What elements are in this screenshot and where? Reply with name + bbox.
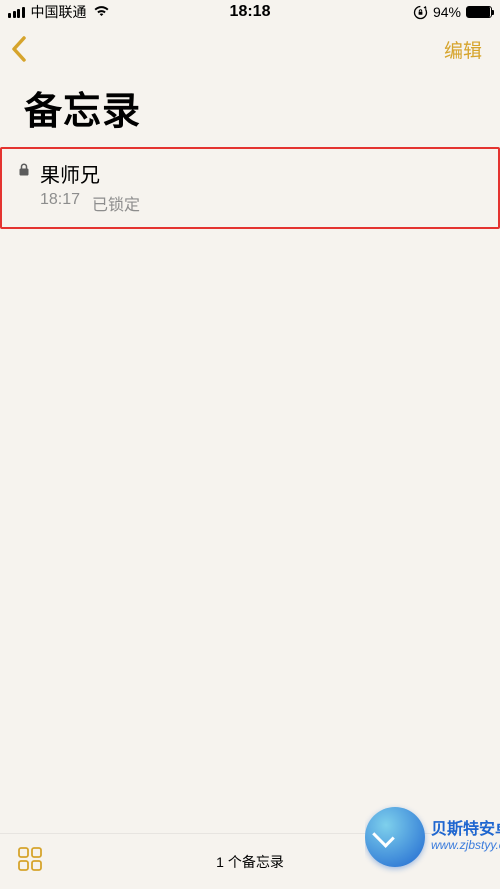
lock-icon: [18, 159, 40, 177]
note-title: 果师兄: [40, 159, 482, 188]
battery-percentage: 94%: [433, 4, 461, 20]
notes-list: 果师兄 18:17 已锁定: [0, 147, 500, 229]
status-right: 94%: [413, 4, 492, 20]
edit-button[interactable]: 编辑: [444, 36, 490, 63]
status-bar: 中国联通 18:18 94%: [0, 0, 500, 24]
grid-view-button[interactable]: [16, 845, 44, 878]
note-time: 18:17: [40, 191, 80, 215]
status-left: 中国联通: [8, 2, 110, 22]
title-row: 备忘录: [0, 74, 500, 147]
wifi-icon: [93, 4, 110, 21]
note-text: 果师兄 18:17 已锁定: [40, 159, 482, 215]
page-title: 备忘录: [24, 80, 476, 135]
battery-icon: [466, 6, 492, 18]
rotation-lock-icon: [413, 5, 428, 20]
note-item[interactable]: 果师兄 18:17 已锁定: [0, 147, 500, 229]
note-count-label: 1 个备忘录: [216, 852, 284, 872]
cellular-signal-icon: [8, 7, 25, 18]
back-button[interactable]: [10, 35, 28, 63]
note-status: 已锁定: [92, 191, 140, 215]
status-time: 18:18: [230, 3, 271, 21]
note-subtitle: 18:17 已锁定: [40, 191, 482, 215]
bottom-toolbar: 1 个备忘录: [0, 833, 500, 889]
chevron-left-icon: [10, 35, 28, 63]
nav-bar: 编辑: [0, 24, 500, 74]
grid-icon: [16, 845, 44, 873]
carrier-label: 中国联通: [31, 2, 87, 22]
